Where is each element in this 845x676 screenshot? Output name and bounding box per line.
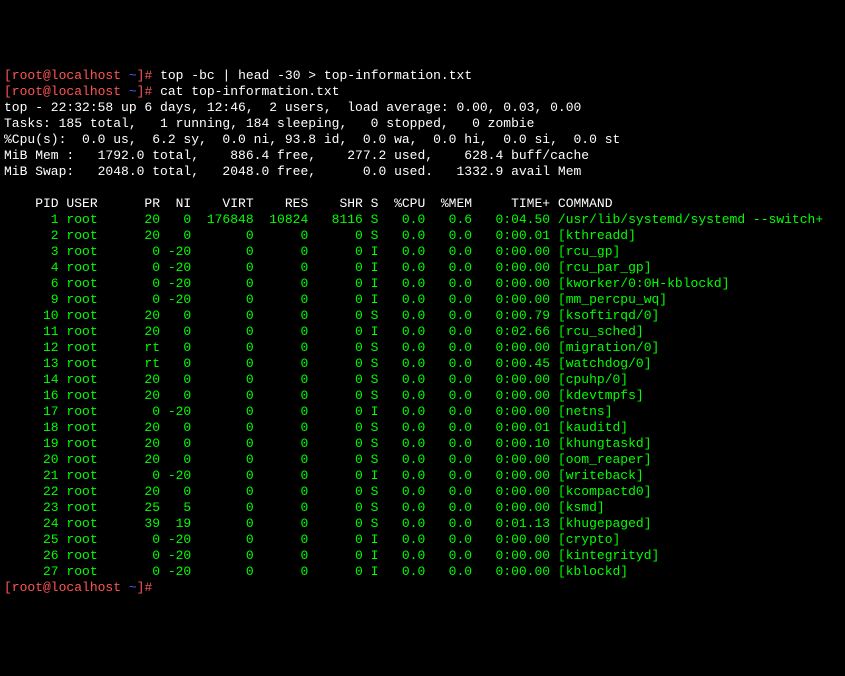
- process-row: 26 root 0 -20 0 0 0 I 0.0 0.0 0:00.00 [k…: [4, 548, 659, 563]
- top-summary-line-4: MiB Mem : 1792.0 total, 886.4 free, 277.…: [4, 148, 589, 163]
- top-summary-line-5: MiB Swap: 2048.0 total, 2048.0 free, 0.0…: [4, 164, 581, 179]
- process-row: 21 root 0 -20 0 0 0 I 0.0 0.0 0:00.00 [w…: [4, 468, 644, 483]
- process-row: 27 root 0 -20 0 0 0 I 0.0 0.0 0:00.00 [k…: [4, 564, 628, 579]
- prompt-suffix: ]#: [137, 580, 153, 595]
- process-row: 10 root 20 0 0 0 0 S 0.0 0.0 0:00.79 [ks…: [4, 308, 659, 323]
- prompt-suffix: ]#: [137, 68, 153, 83]
- process-row: 4 root 0 -20 0 0 0 I 0.0 0.0 0:00.00 [rc…: [4, 260, 652, 275]
- prompt-line-2: [root@localhost ~]# cat top-information.…: [4, 84, 340, 99]
- process-row: 13 root rt 0 0 0 0 S 0.0 0.0 0:00.45 [wa…: [4, 356, 652, 371]
- process-row: 16 root 20 0 0 0 0 S 0.0 0.0 0:00.00 [kd…: [4, 388, 644, 403]
- prompt-user-host: [root@localhost: [4, 68, 121, 83]
- process-row: 1 root 20 0 176848 10824 8116 S 0.0 0.6 …: [4, 212, 823, 227]
- prompt-path: ~: [129, 580, 137, 595]
- process-row: 14 root 20 0 0 0 0 S 0.0 0.0 0:00.00 [cp…: [4, 372, 628, 387]
- top-summary-line-2: Tasks: 185 total, 1 running, 184 sleepin…: [4, 116, 535, 131]
- prompt-path: ~: [129, 84, 137, 99]
- process-row: 18 root 20 0 0 0 0 S 0.0 0.0 0:00.01 [ka…: [4, 420, 628, 435]
- prompt-user-host: [root@localhost: [4, 580, 121, 595]
- process-row: 12 root rt 0 0 0 0 S 0.0 0.0 0:00.00 [mi…: [4, 340, 659, 355]
- process-row: 24 root 39 19 0 0 0 S 0.0 0.0 0:01.13 [k…: [4, 516, 652, 531]
- prompt-user-host: [root@localhost: [4, 84, 121, 99]
- process-row: 11 root 20 0 0 0 0 I 0.0 0.0 0:02.66 [rc…: [4, 324, 644, 339]
- top-summary-line-1: top - 22:32:58 up 6 days, 12:46, 2 users…: [4, 100, 581, 115]
- prompt-suffix: ]#: [137, 84, 153, 99]
- terminal-output[interactable]: [root@localhost ~]# top -bc | head -30 >…: [4, 68, 841, 596]
- prompt-line-3: [root@localhost ~]#: [4, 580, 152, 595]
- command-1: top -bc | head -30 > top-information.txt: [160, 68, 472, 83]
- process-row: 19 root 20 0 0 0 0 S 0.0 0.0 0:00.10 [kh…: [4, 436, 652, 451]
- process-row: 6 root 0 -20 0 0 0 I 0.0 0.0 0:00.00 [kw…: [4, 276, 730, 291]
- process-row: 9 root 0 -20 0 0 0 I 0.0 0.0 0:00.00 [mm…: [4, 292, 667, 307]
- top-column-headers: PID USER PR NI VIRT RES SHR S %CPU %MEM …: [4, 196, 613, 211]
- top-summary-line-3: %Cpu(s): 0.0 us, 6.2 sy, 0.0 ni, 93.8 id…: [4, 132, 620, 147]
- process-row: 23 root 25 5 0 0 0 S 0.0 0.0 0:00.00 [ks…: [4, 500, 605, 515]
- process-row: 2 root 20 0 0 0 0 S 0.0 0.0 0:00.01 [kth…: [4, 228, 636, 243]
- command-2: cat top-information.txt: [160, 84, 339, 99]
- process-row: 25 root 0 -20 0 0 0 I 0.0 0.0 0:00.00 [c…: [4, 532, 620, 547]
- process-row: 3 root 0 -20 0 0 0 I 0.0 0.0 0:00.00 [rc…: [4, 244, 620, 259]
- process-row: 22 root 20 0 0 0 0 S 0.0 0.0 0:00.00 [kc…: [4, 484, 652, 499]
- process-row: 20 root 20 0 0 0 0 S 0.0 0.0 0:00.00 [oo…: [4, 452, 652, 467]
- prompt-line-1: [root@localhost ~]# top -bc | head -30 >…: [4, 68, 472, 83]
- prompt-path: ~: [129, 68, 137, 83]
- process-row: 17 root 0 -20 0 0 0 I 0.0 0.0 0:00.00 [n…: [4, 404, 613, 419]
